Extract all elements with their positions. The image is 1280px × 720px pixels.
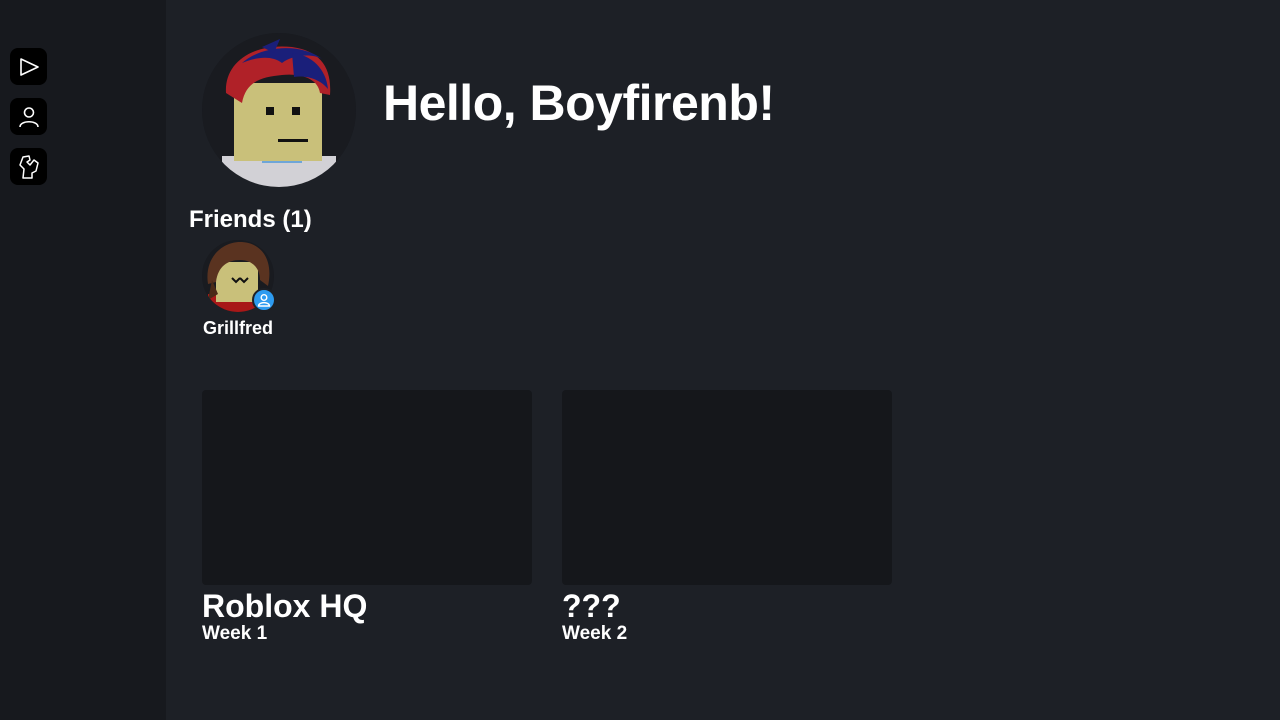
experience-thumbnail (562, 390, 892, 585)
experience-card-unknown[interactable]: ??? Week 2 (562, 390, 892, 645)
profile-icon (18, 106, 39, 127)
online-user-icon (252, 288, 276, 312)
experience-card-roblox-hq[interactable]: Roblox HQ Week 1 (202, 390, 532, 645)
sidebar (0, 0, 166, 720)
friend-item[interactable]: Grillfred (194, 240, 282, 339)
friend-avatar (202, 240, 276, 312)
friend-name: Grillfred (202, 318, 273, 338)
greeting-heading: Hello, Boyfirenb! (383, 75, 775, 131)
avatar-editor-icon (18, 154, 39, 179)
sidebar-item-profile[interactable] (10, 98, 47, 135)
friends-section-title: Friends (1) (189, 206, 312, 233)
sidebar-item-play[interactable] (10, 48, 47, 85)
experience-subtitle: Week 1 (202, 623, 268, 644)
user-avatar (202, 33, 356, 187)
experience-title: ??? (562, 588, 621, 624)
play-icon (19, 57, 39, 76)
experience-subtitle: Week 2 (562, 623, 628, 644)
experience-title: Roblox HQ (202, 588, 368, 624)
main-content: Hello, Boyfirenb! Friends (1) Grillfred … (166, 0, 1280, 720)
sidebar-item-avatar-editor[interactable] (10, 148, 47, 185)
experience-thumbnail (202, 390, 532, 585)
